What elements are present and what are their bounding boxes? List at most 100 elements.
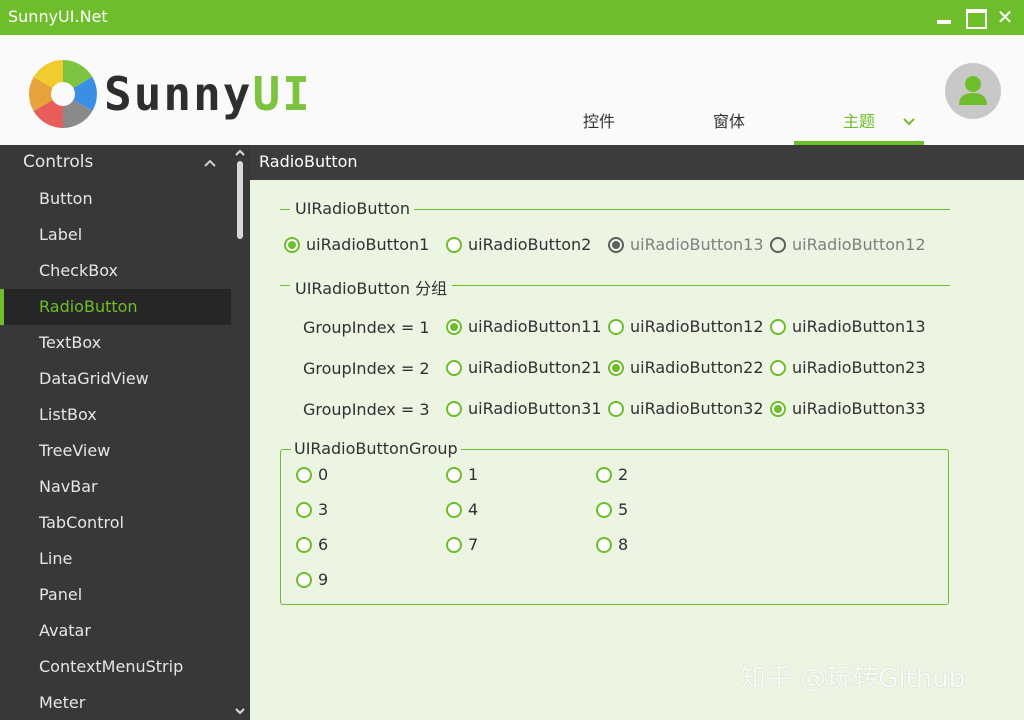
radio-indicator (296, 502, 312, 518)
sidebar-item-textbox[interactable]: TextBox (0, 325, 231, 361)
minimize-icon[interactable] (933, 6, 955, 28)
sidebar-item-radiobutton[interactable]: RadioButton (0, 289, 231, 325)
radio-indicator (296, 572, 312, 588)
scrollbar-thumb[interactable] (237, 161, 243, 239)
radio-label: 7 (468, 535, 479, 554)
logo-text-dark: Sunny (104, 67, 253, 121)
radio-indicator (770, 237, 786, 253)
radio-label: uiRadioButton21 (468, 358, 602, 377)
sidebar-item-listbox[interactable]: ListBox (0, 397, 231, 433)
radio-indicator (296, 467, 312, 483)
radio-indicator (296, 537, 312, 553)
scroll-up-icon[interactable] (234, 148, 246, 158)
radio-indicator (608, 319, 624, 335)
logo-text: SunnyUI (104, 66, 312, 122)
radio-indicator (284, 237, 300, 253)
sidebar-item-panel[interactable]: Panel (0, 577, 231, 613)
scroll-down-icon[interactable] (234, 706, 246, 716)
sidebar-item-label-control[interactable]: Label (0, 217, 231, 253)
watermark: 知乎 @玩转Github (740, 664, 966, 694)
radio-indicator (596, 467, 612, 483)
section-title-grouped: UIRadioButton 分组 (280, 275, 950, 298)
page-title: RadioButton (259, 152, 358, 171)
sidebar-item-button[interactable]: Button (0, 181, 231, 217)
section-title-text: UIRadioButton 分组 (295, 279, 448, 298)
chevron-up-icon[interactable] (203, 157, 217, 169)
radio-label: 8 (618, 535, 629, 554)
sidebar-item-label: Line (39, 549, 73, 568)
sidebar-item-treeview[interactable]: TreeView (0, 433, 231, 469)
sidebar-item-label: Avatar (39, 621, 91, 640)
sidebar-item-line[interactable]: Line (0, 541, 231, 577)
radio-indicator (446, 537, 462, 553)
radio-indicator (446, 401, 462, 417)
radio-label: 6 (318, 535, 329, 554)
tab-controls[interactable]: 控件 (534, 105, 664, 145)
radio-label: uiRadioButton33 (792, 399, 926, 418)
sidebar-item-contextmenustrip[interactable]: ContextMenuStrip (0, 649, 231, 685)
sidebar-group-label: Controls (23, 152, 94, 172)
radio-label: uiRadioButton32 (630, 399, 764, 418)
chevron-down-icon[interactable] (902, 115, 916, 129)
user-icon (959, 76, 987, 105)
radio-indicator (608, 237, 624, 253)
radio-indicator (608, 401, 624, 417)
radio-label: uiRadioButton11 (468, 317, 602, 336)
sidebar-item-navbar[interactable]: NavBar (0, 469, 231, 505)
logo-icon (29, 60, 97, 128)
radio-indicator (596, 537, 612, 553)
radio-indicator (770, 401, 786, 417)
sidebar-item-avatar[interactable]: Avatar (0, 613, 231, 649)
radio-label: 2 (618, 465, 629, 484)
radio-indicator (446, 502, 462, 518)
tab-forms[interactable]: 窗体 (664, 105, 794, 145)
group-box-title: UIRadioButtonGroup (291, 439, 461, 458)
radio-label: uiRadioButton22 (630, 358, 764, 377)
sidebar-item-label: TabControl (39, 513, 124, 532)
avatar[interactable] (945, 63, 1001, 119)
app-header: SunnyUI 控件 窗体 主题 (0, 35, 1024, 145)
radio-label: uiRadioButton1 (306, 235, 430, 254)
radio-label: uiRadioButton12 (792, 235, 926, 254)
radio-label: uiRadioButton13 (792, 317, 926, 336)
radio-indicator (608, 360, 624, 376)
sidebar-scrollbar[interactable] (233, 145, 248, 720)
radio-label: 9 (318, 570, 329, 589)
sidebar-item-tabcontrol[interactable]: TabControl (0, 505, 231, 541)
sidebar-item-label: Label (39, 225, 83, 244)
sidebar-item-label: NavBar (39, 477, 98, 496)
radio-label: uiRadioButton13 (630, 235, 764, 254)
sidebar-item-label: Button (39, 189, 93, 208)
group-index-label-1: GroupIndex = 1 (303, 318, 430, 337)
radio-indicator (446, 237, 462, 253)
section-title-uiradiobutton: UIRadioButton (280, 199, 950, 219)
radio-label: uiRadioButton12 (630, 317, 764, 336)
logo-text-accent: UI (252, 67, 312, 121)
sidebar-item-label: DataGridView (39, 369, 149, 388)
radio-label: 0 (318, 465, 329, 484)
group-index-label-3: GroupIndex = 3 (303, 400, 430, 419)
radio-indicator (446, 467, 462, 483)
sidebar-item-meter[interactable]: Meter (0, 685, 231, 720)
sidebar-item-checkbox[interactable]: CheckBox (0, 253, 231, 289)
sidebar-item-datagridview[interactable]: DataGridView (0, 361, 231, 397)
radio-label: uiRadioButton2 (468, 235, 592, 254)
sidebar-item-label: TextBox (39, 333, 102, 352)
maximize-icon[interactable] (963, 6, 987, 29)
title-bar: SunnyUI.Net ✕ (0, 0, 1024, 35)
sidebar: Controls Button Label CheckBox RadioButt… (0, 145, 250, 720)
radio-indicator (596, 502, 612, 518)
radio-label: 3 (318, 500, 329, 519)
sidebar-item-label: CheckBox (39, 261, 118, 280)
radio-indicator (446, 360, 462, 376)
page-title-bar: RadioButton (250, 145, 1024, 180)
radio-label: uiRadioButton31 (468, 399, 602, 418)
radio-button-group: UIRadioButtonGroup 0 1 2 3 4 5 6 7 8 9 (280, 439, 949, 605)
sidebar-item-label: ListBox (39, 405, 97, 424)
sidebar-item-label: RadioButton (39, 297, 138, 316)
radio-indicator (770, 360, 786, 376)
close-icon[interactable]: ✕ (994, 6, 1016, 28)
radio-indicator (446, 319, 462, 335)
section-title-text: UIRadioButton (295, 199, 410, 218)
sidebar-group-controls[interactable]: Controls (0, 145, 231, 181)
